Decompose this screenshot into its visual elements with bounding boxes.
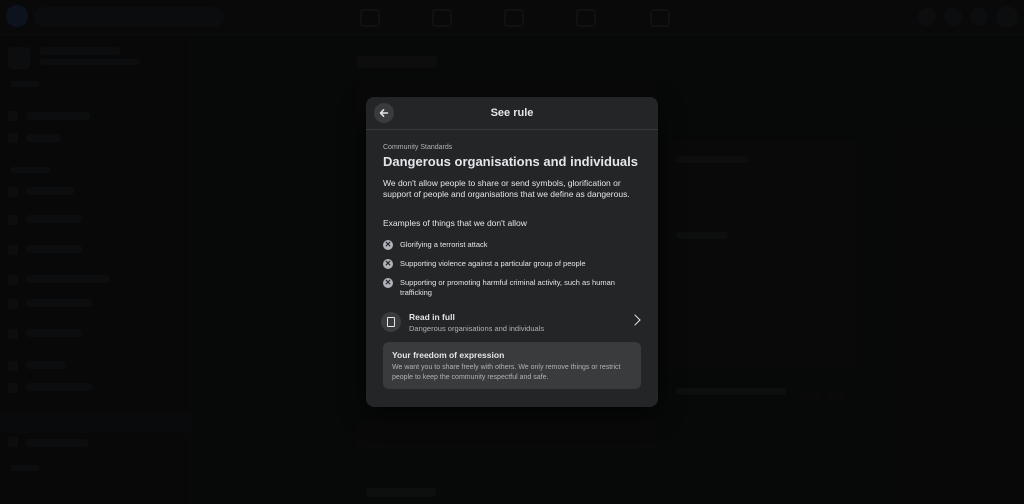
book-icon [381, 312, 401, 332]
read-in-full-title: Read in full [409, 312, 455, 322]
x-circle-icon: ✕ [383, 240, 393, 250]
rule-title: Dangerous organisations and individuals [383, 154, 638, 169]
x-circle-icon: ✕ [383, 278, 393, 288]
arrow-left-icon [379, 109, 389, 117]
freedom-text: We want you to share freely with others.… [392, 364, 621, 381]
example-text: Glorifying a terrorist attack [400, 240, 488, 249]
read-in-full-subtitle: Dangerous organisations and individuals [409, 324, 545, 333]
example-text: Supporting or promoting harmful criminal… [400, 278, 615, 297]
chevron-right-icon [629, 314, 641, 326]
see-rule-dialog: See rule Community Standards Dangerous o… [366, 97, 658, 407]
examples-heading: Examples of things that we don't allow [383, 218, 527, 228]
dialog-header: See rule [366, 97, 658, 130]
x-circle-icon: ✕ [383, 259, 393, 269]
community-standards-label: Community Standards [383, 144, 453, 151]
read-in-full-link[interactable]: Read in full Dangerous organisations and… [381, 309, 643, 337]
rule-description: We don't allow people to share or send s… [383, 178, 630, 199]
example-text: Supporting violence against a particular… [400, 259, 586, 268]
back-button[interactable] [374, 103, 394, 123]
dialog-title: See rule [490, 107, 534, 119]
freedom-title: Your freedom of expression [392, 350, 505, 360]
freedom-of-expression-card: Your freedom of expression We want you t… [383, 342, 641, 389]
